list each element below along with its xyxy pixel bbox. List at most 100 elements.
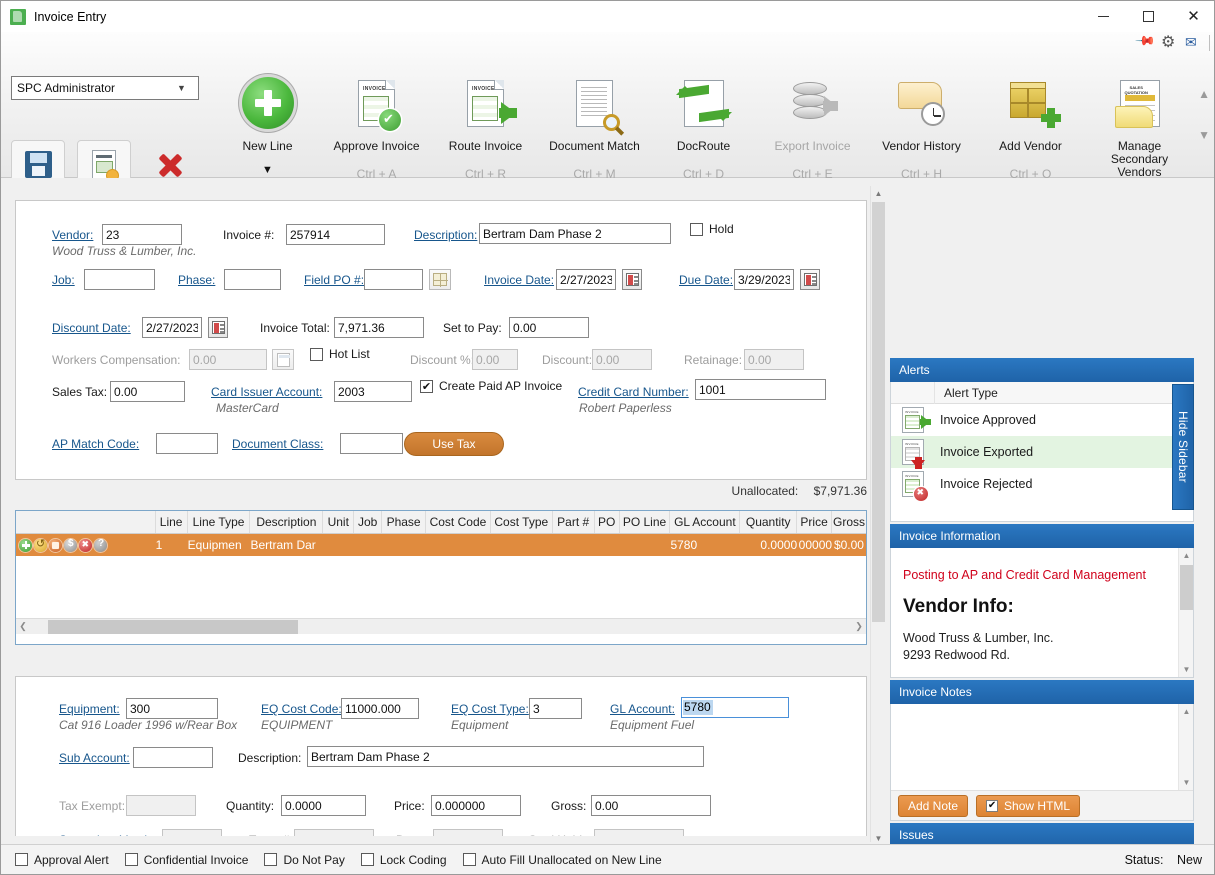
due-date-label[interactable]: Due Date: bbox=[679, 273, 733, 287]
grid-header-part-no[interactable]: Part # bbox=[553, 511, 595, 533]
detail-quantity-input[interactable] bbox=[281, 795, 366, 816]
phase-label[interactable]: Phase: bbox=[178, 273, 215, 287]
hot-list-checkbox[interactable]: Hot List bbox=[310, 347, 370, 361]
gl-account-input[interactable] bbox=[681, 697, 789, 718]
ap-match-code-input[interactable] bbox=[156, 433, 218, 454]
sub-account-label[interactable]: Sub Account: bbox=[59, 751, 130, 765]
discount-percent-input[interactable] bbox=[472, 349, 518, 370]
due-date-input[interactable] bbox=[734, 269, 794, 290]
card-holder-input[interactable] bbox=[594, 829, 684, 836]
eq-cost-code-label[interactable]: EQ Cost Code: bbox=[261, 702, 342, 716]
detail-price-input[interactable] bbox=[431, 795, 521, 816]
grid-header-description[interactable]: Description bbox=[250, 511, 324, 533]
scroll-up-icon[interactable]: ▲ bbox=[1179, 704, 1194, 719]
sales-tax-input[interactable] bbox=[110, 381, 185, 402]
invoice-date-input[interactable] bbox=[556, 269, 616, 290]
info-scroll-thumb[interactable] bbox=[1180, 565, 1193, 610]
use-tax-button[interactable]: Use Tax bbox=[404, 432, 504, 456]
discount-date-input[interactable] bbox=[142, 317, 202, 338]
detail-gross-input[interactable] bbox=[591, 795, 711, 816]
chevron-down-icon[interactable]: ▼ bbox=[262, 164, 273, 176]
scroll-down-icon[interactable]: ▼ bbox=[1179, 662, 1193, 677]
field-po-label[interactable]: Field PO #: bbox=[304, 273, 364, 287]
due-date-calendar-button[interactable] bbox=[800, 269, 820, 290]
job-input[interactable] bbox=[84, 269, 155, 290]
list-item[interactable]: INVOICE Invoice Exported bbox=[891, 436, 1193, 469]
field-po-lookup-button[interactable] bbox=[429, 269, 451, 290]
ap-match-code-label[interactable]: AP Match Code: bbox=[52, 437, 139, 451]
hide-sidebar-button[interactable]: Hide Sidebar bbox=[1172, 384, 1194, 510]
grid-header-gross[interactable]: Gross bbox=[832, 511, 866, 533]
allocate-row-icon[interactable] bbox=[64, 538, 77, 552]
detail-description-input[interactable] bbox=[307, 746, 704, 767]
eq-cost-type-input[interactable] bbox=[529, 698, 582, 719]
detail-date-input[interactable] bbox=[433, 829, 503, 836]
invoice-notes-area[interactable]: ▲ ▼ bbox=[891, 704, 1193, 790]
grid-header-cost-type[interactable]: Cost Type bbox=[491, 511, 553, 533]
table-row[interactable]: 1 Equipmen Bertram Dar 5780 0.0000 00000… bbox=[16, 534, 866, 556]
invoice-date-label[interactable]: Invoice Date: bbox=[484, 273, 554, 287]
maximize-button[interactable] bbox=[1126, 1, 1171, 32]
add-note-button[interactable]: Add Note bbox=[898, 794, 969, 817]
credit-card-number-label[interactable]: Credit Card Number: bbox=[578, 385, 689, 399]
grid-header-po[interactable]: PO bbox=[595, 511, 620, 533]
workers-comp-calculator-button[interactable] bbox=[272, 349, 294, 370]
sub-account-input[interactable] bbox=[133, 747, 213, 768]
invoice-information-scrollbar[interactable]: ▲ ▼ bbox=[1178, 548, 1193, 677]
grid-header-po-line[interactable]: PO Line bbox=[620, 511, 671, 533]
secondary-vendor-label[interactable]: Secondary Vendor: bbox=[59, 833, 161, 836]
grid-scroll-thumb[interactable] bbox=[48, 619, 298, 634]
invoice-notes-scrollbar[interactable]: ▲ ▼ bbox=[1178, 704, 1193, 790]
set-to-pay-input[interactable] bbox=[509, 317, 589, 338]
credit-card-number-input[interactable] bbox=[695, 379, 826, 400]
discount-input[interactable] bbox=[592, 349, 652, 370]
invoice-total-input[interactable] bbox=[334, 317, 424, 338]
scroll-down-icon[interactable]: ▼ bbox=[1179, 775, 1194, 790]
grid-header-line-type[interactable]: Line Type bbox=[188, 511, 251, 533]
discount-date-calendar-button[interactable] bbox=[208, 317, 228, 338]
invoice-date-calendar-button[interactable] bbox=[622, 269, 642, 290]
equipment-label[interactable]: Equipment: bbox=[59, 702, 120, 716]
ribbon-scroll-up-icon[interactable]: ▲ bbox=[1198, 87, 1210, 101]
grid-header-price[interactable]: Price bbox=[797, 511, 833, 533]
phase-input[interactable] bbox=[224, 269, 281, 290]
form-vertical-scrollbar[interactable]: ▲ ▼ bbox=[870, 186, 885, 842]
description-input[interactable] bbox=[479, 223, 671, 244]
workers-compensation-input[interactable] bbox=[189, 349, 267, 370]
approval-alert-checkbox[interactable]: Approval Alert bbox=[15, 853, 109, 867]
grid-scroll-track[interactable] bbox=[30, 619, 852, 635]
close-button[interactable]: ✕ bbox=[1171, 1, 1214, 32]
grid-header-cost-code[interactable]: Cost Code bbox=[426, 511, 491, 533]
secondary-vendor-input[interactable] bbox=[162, 829, 222, 836]
document-class-input[interactable] bbox=[340, 433, 403, 454]
grid-header-phase[interactable]: Phase bbox=[382, 511, 427, 533]
grid-header-job[interactable]: Job bbox=[354, 511, 383, 533]
auto-fill-unallocated-checkbox[interactable]: Auto Fill Unallocated on New Line bbox=[462, 853, 662, 867]
hold-checkbox[interactable]: Hold bbox=[690, 222, 734, 236]
grid-header-quantity[interactable]: Quantity bbox=[740, 511, 798, 533]
card-issuer-account-label[interactable]: Card Issuer Account: bbox=[211, 385, 322, 399]
equipment-input[interactable] bbox=[126, 698, 218, 719]
grid-header-gl-account[interactable]: GL Account bbox=[670, 511, 741, 533]
ribbon-scroll-down-icon[interactable]: ▼ bbox=[1198, 128, 1210, 142]
do-not-pay-checkbox[interactable]: Do Not Pay bbox=[264, 853, 345, 867]
scroll-up-icon[interactable]: ▲ bbox=[871, 186, 885, 201]
grid-horizontal-scrollbar[interactable]: ❮ ❯ bbox=[16, 618, 866, 634]
scroll-down-icon[interactable]: ▼ bbox=[871, 831, 885, 842]
tax-exempt-input[interactable] bbox=[126, 795, 196, 816]
list-item[interactable]: INVOICE Invoice Rejected bbox=[891, 468, 1193, 501]
mail-icon[interactable] bbox=[1185, 34, 1203, 52]
card-issuer-account-input[interactable] bbox=[334, 381, 412, 402]
minimize-button[interactable] bbox=[1081, 1, 1126, 32]
eq-cost-type-label[interactable]: EQ Cost Type: bbox=[451, 702, 529, 716]
description-label[interactable]: Description: bbox=[414, 228, 477, 242]
eq-cost-code-input[interactable] bbox=[341, 698, 419, 719]
add-row-icon[interactable] bbox=[19, 538, 32, 552]
grid-header-line[interactable]: Line bbox=[156, 511, 188, 533]
job-label[interactable]: Job: bbox=[52, 273, 75, 287]
scroll-left-icon[interactable]: ❮ bbox=[16, 621, 30, 632]
gear-icon[interactable] bbox=[1161, 32, 1179, 52]
vendor-input[interactable] bbox=[102, 224, 182, 245]
form-scroll-thumb[interactable] bbox=[872, 202, 885, 622]
create-paid-ap-invoice-checkbox[interactable]: ✔ Create Paid AP Invoice bbox=[420, 379, 562, 393]
